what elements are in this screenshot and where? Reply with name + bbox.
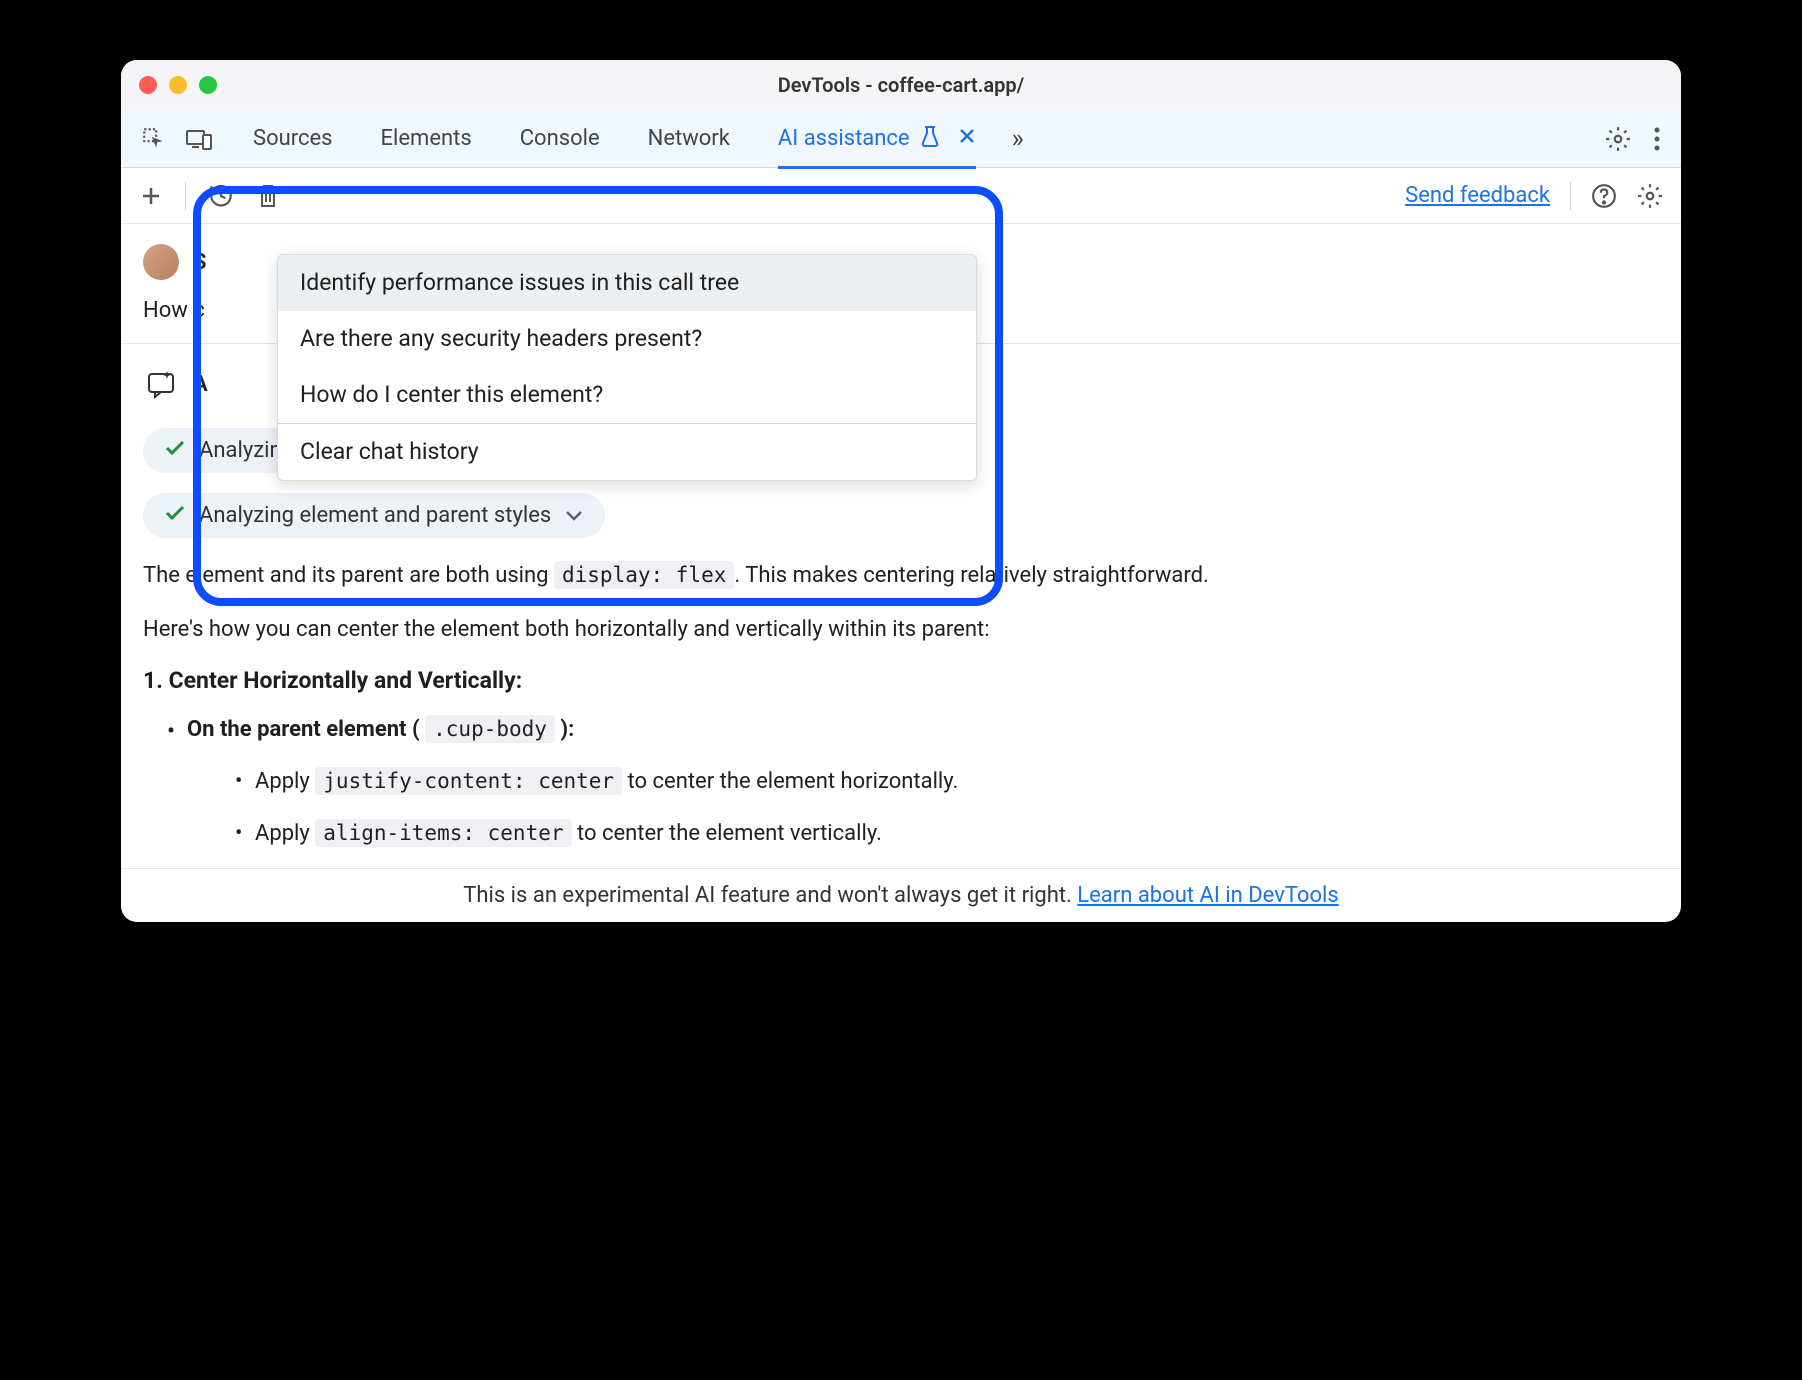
ai-title-label: A [193, 372, 208, 397]
traffic-lights [121, 76, 217, 94]
device-toolbar-icon[interactable] [185, 127, 213, 151]
response-list: On the parent element ( .cup-body ): App… [143, 712, 1659, 853]
tab-elements[interactable]: Elements [381, 110, 472, 168]
history-icon[interactable] [208, 183, 234, 209]
dropdown-item[interactable]: How do I center this element? [278, 367, 976, 423]
tab-sources[interactable]: Sources [253, 110, 333, 168]
history-dropdown: Identify performance issues in this call… [277, 254, 977, 481]
tab-label: AI assistance [778, 126, 910, 151]
ai-sub-toolbar: Send feedback [121, 168, 1681, 224]
main-toolbar: Sources Elements Console Network AI assi… [121, 110, 1681, 168]
response-paragraph: The element and its parent are both usin… [143, 558, 1659, 594]
code-snippet: justify-content: center [315, 767, 622, 795]
code-snippet: .cup-body [425, 715, 555, 743]
tab-network[interactable]: Network [648, 110, 730, 168]
response-paragraph: Here's how you can center the element bo… [143, 612, 1659, 648]
close-tab-icon[interactable] [958, 126, 976, 151]
settings-gear-icon[interactable] [1605, 126, 1631, 152]
maximize-window-button[interactable] [199, 76, 217, 94]
tab-list: Sources Elements Console Network AI assi… [253, 110, 1605, 168]
flask-icon [920, 125, 940, 153]
dropdown-item[interactable]: Are there any security headers present? [278, 311, 976, 367]
window-title: DevTools - coffee-cart.app/ [778, 73, 1025, 97]
check-icon [165, 438, 185, 463]
list-item: On the parent element ( .cup-body ): App… [167, 712, 1659, 853]
dropdown-item[interactable]: Identify performance issues in this call… [278, 255, 976, 311]
code-snippet: align-items: center [315, 819, 571, 847]
analysis-label: Analyzing element and parent styles [199, 503, 551, 528]
new-chat-icon[interactable] [139, 184, 163, 208]
code-snippet: display: flex [554, 561, 734, 589]
tab-ai-assistance[interactable]: AI assistance [778, 110, 976, 168]
kebab-menu-icon[interactable] [1653, 126, 1661, 152]
send-feedback-link[interactable]: Send feedback [1405, 183, 1550, 208]
close-window-button[interactable] [139, 76, 157, 94]
delete-icon[interactable] [256, 183, 280, 209]
check-icon [165, 503, 185, 528]
divider [1570, 182, 1571, 210]
help-icon[interactable] [1591, 183, 1617, 209]
dropdown-clear-history[interactable]: Clear chat history [278, 424, 976, 480]
ai-chat-icon [143, 366, 179, 402]
window-titlebar: DevTools - coffee-cart.app/ [121, 60, 1681, 110]
footer-learn-more-link[interactable]: Learn about AI in DevTools [1077, 883, 1338, 908]
inspect-icon[interactable] [141, 126, 167, 152]
nested-list: Apply justify-content: center to center … [187, 764, 1659, 853]
chevron-down-icon [565, 503, 583, 528]
user-name-label: S [193, 250, 206, 275]
tab-console[interactable]: Console [520, 110, 600, 168]
more-tabs-icon[interactable]: » [1012, 124, 1024, 154]
devtools-window: DevTools - coffee-cart.app/ Sources Elem… [121, 60, 1681, 922]
divider [185, 182, 186, 210]
response-heading: 1. Center Horizontally and Vertically: [143, 667, 1659, 694]
footer-disclaimer: This is an experimental AI feature and w… [121, 868, 1681, 922]
avatar [143, 244, 179, 280]
analysis-step-pill[interactable]: Analyzing element and parent styles [143, 493, 605, 538]
list-item: Apply justify-content: center to center … [235, 764, 1659, 800]
list-item: Apply align-items: center to center the … [235, 816, 1659, 852]
minimize-window-button[interactable] [169, 76, 187, 94]
panel-settings-icon[interactable] [1637, 183, 1663, 209]
